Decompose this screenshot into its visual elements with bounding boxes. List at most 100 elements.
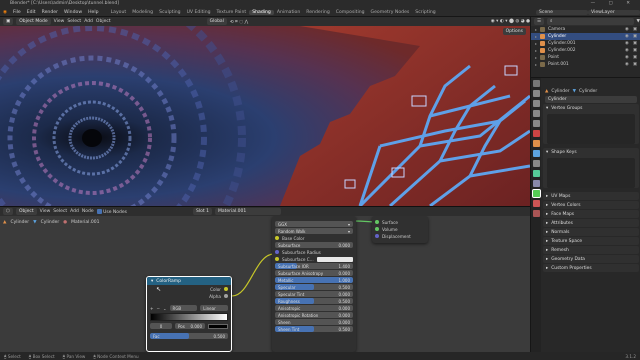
render-icon[interactable]: ▣ [633, 41, 637, 46]
world-tab-icon[interactable] [532, 130, 540, 137]
visibility-icon[interactable]: ◉ [625, 27, 629, 32]
tab-scripting[interactable]: Scripting [412, 10, 438, 15]
render-icon[interactable]: ▣ [633, 27, 637, 32]
shader-type-dropdown[interactable]: Object [15, 208, 37, 215]
output-tab-icon[interactable] [532, 100, 540, 107]
menu-help[interactable]: Help [85, 10, 101, 15]
vertex-groups-panel[interactable]: ▾ Vertex Groups [543, 104, 639, 144]
orientation-dropdown[interactable]: Global [206, 18, 227, 25]
node-editor-canvas[interactable]: ▲ Cylinder ▼ Cylinder ● Material.001 GGX… [0, 216, 530, 352]
sheen-tint-field[interactable]: Sheen Tint 0.500 [275, 326, 353, 332]
volume-socket[interactable] [375, 227, 379, 231]
expand-icon[interactable]: ▾ [546, 150, 548, 155]
subsurface-color-row[interactable]: Subsurface C... [275, 256, 353, 262]
outliner-item-point-001[interactable]: ▸ Point.001 ◉ ▣ [531, 61, 640, 68]
menu-window[interactable]: Window [61, 10, 85, 15]
slot-dropdown[interactable]: Slot 1 [193, 208, 212, 215]
material-tab-icon[interactable] [532, 200, 540, 207]
subsurface-anisotropy-field[interactable]: Subsurface Anisotropy 0.000 [275, 270, 353, 276]
vertex-colors-panel[interactable]: ▸ Vertex Colors [543, 201, 639, 209]
particles-tab-icon[interactable] [532, 160, 540, 167]
visibility-icon[interactable]: ◉ [625, 62, 629, 67]
surface-input[interactable]: Surface [375, 219, 425, 225]
uv-maps-panel[interactable]: ▸ UV Maps [543, 192, 639, 200]
modifier-tab-icon[interactable] [532, 150, 540, 157]
distribution-dropdown[interactable]: GGX ▾ [275, 221, 353, 227]
surface-socket[interactable] [375, 220, 379, 224]
specular-field[interactable]: Specular 0.500 [275, 284, 353, 290]
tab-shading[interactable]: Shading [249, 9, 274, 15]
menu-file[interactable]: File [10, 10, 24, 15]
visibility-icon[interactable]: ◉ [625, 41, 629, 46]
mode-dropdown[interactable]: Object Mode [16, 18, 51, 25]
tab-compositing[interactable]: Compositing [333, 10, 368, 15]
principled-bsdf-node[interactable]: GGX ▾ Random Walk ▾ Base Color Subsurface 0… [272, 216, 356, 352]
material-selector[interactable]: Material.001 [214, 208, 281, 215]
volume-input[interactable]: Volume [375, 226, 425, 232]
object-tab-icon[interactable] [532, 140, 540, 147]
3d-viewport[interactable]: Options [0, 26, 530, 206]
texture-space-panel[interactable]: ▸ Texture Space [543, 237, 639, 245]
tab-sculpting[interactable]: Sculpting [156, 10, 183, 15]
node-menu-node[interactable]: Node [82, 209, 94, 214]
scene-selector[interactable]: Scene [536, 9, 588, 15]
material-output-node[interactable]: Surface Volume Displacement [372, 216, 428, 243]
data-tab-icon[interactable] [531, 189, 541, 198]
subsurface-radius-socket[interactable] [275, 250, 279, 254]
stop-index-field[interactable]: 0 [150, 323, 172, 329]
displacement-input[interactable]: Displacement [375, 233, 425, 239]
tool-tab-icon[interactable] [532, 80, 540, 87]
node-editor-type-icon[interactable]: ⬡ [3, 208, 13, 215]
normals-panel[interactable]: ▸ Normals [543, 228, 639, 236]
filter-icon[interactable]: ▼ [637, 19, 640, 24]
subsurface-field[interactable]: Subsurface 0.000 [275, 242, 353, 248]
remove-stop-button[interactable]: − [157, 306, 161, 311]
constraints-tab-icon[interactable] [532, 180, 540, 187]
visibility-icon[interactable]: ◉ [625, 34, 629, 39]
node-menu-select[interactable]: Select [53, 209, 67, 214]
vertex-groups-list[interactable] [547, 114, 635, 144]
anisotropic-rotation-field[interactable]: Anisotropic Rotation 0.000 [275, 312, 353, 318]
tab-animation[interactable]: Animation [274, 10, 303, 15]
color-output[interactable]: Color [150, 286, 228, 292]
use-nodes-checkbox[interactable]: Use Nodes [96, 208, 127, 215]
displacement-socket[interactable] [375, 234, 379, 238]
fac-field[interactable]: Fac 0.500 [150, 333, 228, 339]
outliner-item-point[interactable]: ▸ Point ◉ ▣ [531, 54, 640, 61]
node-menu-add[interactable]: Add [70, 209, 79, 214]
roughness-field[interactable]: Roughness 0.500 [275, 298, 353, 304]
attributes-panel[interactable]: ▸ Attributes [543, 219, 639, 227]
subsurface-ior-field[interactable]: Subsurface IOR 1.400 [275, 263, 353, 269]
menu-render[interactable]: Render [39, 10, 61, 15]
editor-type-icon[interactable]: ▣ [3, 18, 14, 25]
viewport-menu-select[interactable]: Select [67, 19, 81, 24]
colorramp-header[interactable]: ▾ ColorRamp [147, 277, 231, 285]
physics-tab-icon[interactable] [532, 170, 540, 177]
remesh-panel[interactable]: ▸ Remesh [543, 246, 639, 254]
render-tab-icon[interactable] [532, 90, 540, 97]
anisotropic-field[interactable]: Anisotropic 0.000 [275, 305, 353, 311]
visibility-icon[interactable]: ◉ [625, 48, 629, 53]
shape-keys-panel[interactable]: ▾ Shape Keys [543, 148, 639, 188]
scene-tab-icon[interactable] [532, 120, 540, 127]
base-color-input[interactable]: Base Color [275, 235, 353, 241]
render-icon[interactable]: ▣ [633, 55, 637, 60]
interpolation-dropdown[interactable]: Linear [200, 305, 229, 311]
alpha-output[interactable]: Alpha [150, 293, 228, 299]
shape-keys-list[interactable] [547, 158, 635, 188]
render-icon[interactable]: ▣ [633, 62, 637, 67]
tab-layout[interactable]: Layout [108, 10, 130, 15]
sheen-field[interactable]: Sheen 0.000 [275, 319, 353, 325]
color-output-socket[interactable] [224, 287, 228, 291]
render-icon[interactable]: ▣ [633, 48, 637, 53]
menu-edit[interactable]: Edit [24, 10, 39, 15]
color-mode-dropdown[interactable]: RGB [169, 305, 198, 311]
viewport-menu-object[interactable]: Object [96, 19, 111, 24]
custom-properties-panel[interactable]: ▸ Custom Properties [543, 264, 639, 272]
color-ramp-gradient[interactable] [150, 313, 228, 321]
stop-color-swatch[interactable] [208, 323, 228, 329]
overlay-icons[interactable]: ◉ ▾ ◐ ▾ ⬤ ◍ ◕ ● [491, 19, 530, 24]
subsurface-color-swatch[interactable] [316, 256, 353, 262]
add-stop-button[interactable]: + [150, 306, 154, 311]
geometry-data-panel[interactable]: ▸ Geometry Data [543, 255, 639, 263]
